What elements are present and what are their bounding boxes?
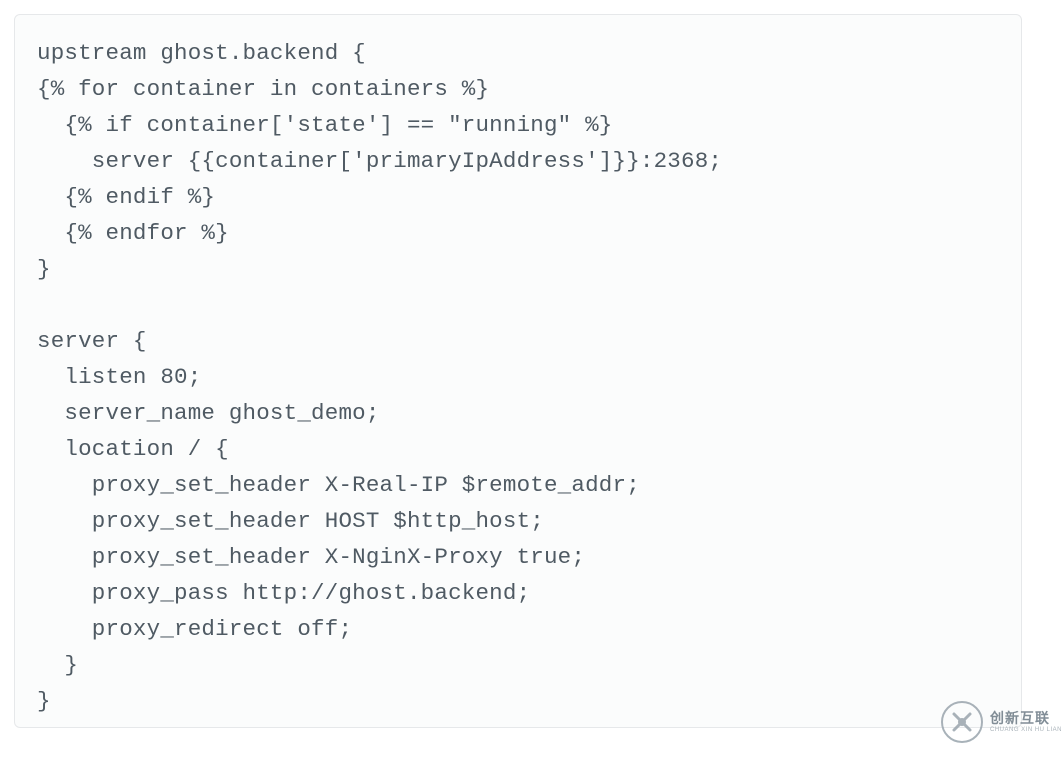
watermark-text: 创新互联 CHUANG XIN HU LIAN <box>990 711 1062 733</box>
code-content: upstream ghost.backend { {% for containe… <box>37 35 1003 719</box>
watermark-zh: 创新互联 <box>990 711 1062 725</box>
watermark-en: CHUANG XIN HU LIAN <box>990 727 1062 733</box>
watermark: 创新互联 CHUANG XIN HU LIAN <box>940 700 1062 744</box>
code-block-container: upstream ghost.backend { {% for containe… <box>14 14 1022 728</box>
watermark-logo-icon <box>940 700 984 744</box>
